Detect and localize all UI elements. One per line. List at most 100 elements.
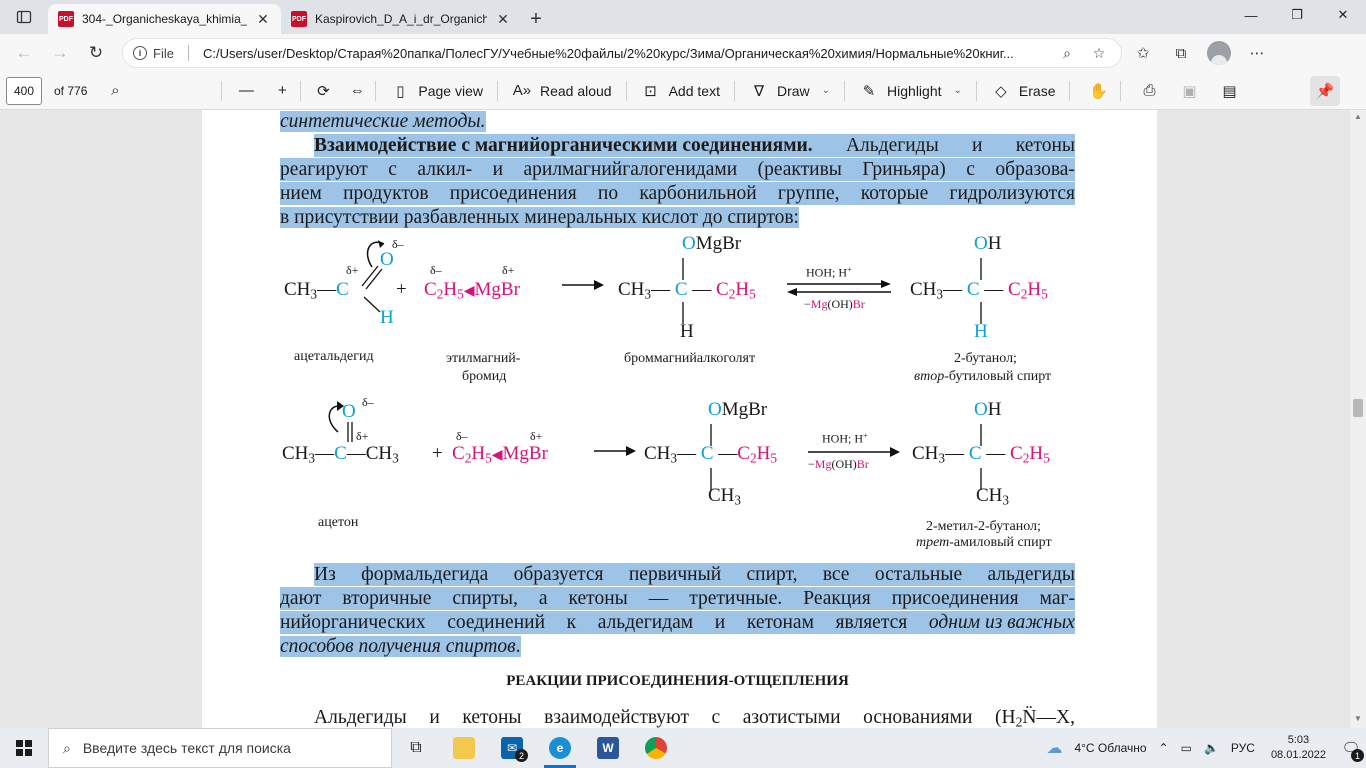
word: маг- <box>1039 588 1075 609</box>
chevron-down-icon[interactable]: ⌄ <box>822 85 830 96</box>
divider <box>733 80 735 101</box>
close-icon[interactable]: ✕ <box>255 11 271 28</box>
word-button[interactable]: W <box>584 728 632 768</box>
word: основаниями <box>863 707 973 728</box>
word: — <box>648 588 669 609</box>
reagent-hoh: HOH; H+ <box>822 431 868 446</box>
add-text-button[interactable]: ⊡ Add text <box>631 75 730 107</box>
scroll-up-icon[interactable]: ▲ <box>1350 112 1366 124</box>
file-explorer-button[interactable] <box>440 728 488 768</box>
equilibrium-arrows <box>787 280 891 296</box>
word: кетоны <box>1015 135 1075 156</box>
volume-icon[interactable]: 🔈 <box>1198 741 1225 755</box>
task-view-button[interactable]: ⧉ <box>392 728 440 768</box>
plus-sign: + <box>396 279 407 300</box>
zoom-icon[interactable]: ⌕ <box>1055 45 1079 62</box>
divider <box>625 80 627 101</box>
back-button[interactable]: ← <box>8 37 40 69</box>
weather-text[interactable]: 4°C Облачно <box>1068 741 1152 755</box>
notifications-button[interactable]: 🗨 1 <box>1336 728 1366 768</box>
page-view-button[interactable]: ▯ Page view <box>380 75 493 107</box>
word: гидролизуются <box>949 183 1075 204</box>
tab-title: 304-_Organicheskaya_khimia_Ch <box>82 12 247 26</box>
divider <box>1069 80 1071 101</box>
highlight-button[interactable]: ✎ Highlight ⌄ <box>849 75 972 107</box>
pin-toolbar-button[interactable]: 📌 <box>1310 76 1340 106</box>
word: соединений <box>447 612 546 633</box>
word: взаимодействуют <box>544 707 689 728</box>
erase-button[interactable]: ◇ Erase <box>981 75 1066 107</box>
fit-page-icon[interactable]: ⇔ <box>347 82 367 99</box>
forward-button[interactable]: → <box>44 37 76 69</box>
divider <box>844 80 846 101</box>
paragraph-2-line-2: дают вторичные спирты, а кетоны — третич… <box>280 587 1075 610</box>
zoom-in-icon[interactable]: + <box>272 82 292 99</box>
arrow-right-icon: → <box>51 43 69 62</box>
clock[interactable]: 5:03 08.01.2022 <box>1261 733 1336 763</box>
mail-button[interactable]: ✉ 2 <box>488 728 536 768</box>
language-indicator[interactable]: РУС <box>1225 741 1261 755</box>
formula-oh: OH <box>974 233 1002 254</box>
url-field[interactable]: i File C:/Users/user/Desktop/Старая%20па… <box>122 38 1122 68</box>
pdf-viewer[interactable]: синтетические методы. Взаимодействие с м… <box>0 110 1366 728</box>
network-icon[interactable]: ▭ <box>1175 741 1198 755</box>
read-aloud-button[interactable]: A» Read aloud <box>502 75 622 107</box>
caption-acetaldehyde: ацетальдегид <box>294 349 374 364</box>
touch-write-icon[interactable]: ✋ <box>1088 82 1108 100</box>
scrollbar-thumb[interactable] <box>1353 399 1363 417</box>
byproduct-mgohbr: −Mg(OH)Br <box>804 297 865 311</box>
add-text-icon: ⊡ <box>644 82 657 100</box>
paragraph-1-line-4: в присутствии разбавленных минеральных к… <box>280 206 1075 229</box>
taskbar-search-input[interactable]: ⌕ Введите здесь текст для поиска <box>48 728 392 768</box>
task-view-icon: ⧉ <box>410 739 422 756</box>
search-icon[interactable]: ⌕ <box>105 82 125 99</box>
tab-actions-button[interactable] <box>0 0 48 34</box>
zoom-out-icon[interactable]: — <box>236 82 256 99</box>
restore-button[interactable]: ❐ <box>1274 0 1320 30</box>
system-tray: ☁ 4°C Облачно ⌃ ▭ 🔈 РУС 5:03 08.01.2022 … <box>1040 728 1366 768</box>
word: остальные <box>874 564 963 585</box>
caption-ethylmagnesium-2: бромид <box>462 369 507 384</box>
save-icon[interactable]: ▣ <box>1179 82 1199 100</box>
close-icon[interactable]: ✕ <box>495 11 511 28</box>
save-as-icon[interactable]: ▤ <box>1219 82 1239 100</box>
print-icon[interactable]: ⎙ <box>1139 82 1159 99</box>
formula-omgbr: OMgBr <box>682 233 742 254</box>
word: нием <box>280 183 322 204</box>
tab-organicheskaya[interactable]: PDF 304-_Organicheskaya_khimia_Ch ✕ <box>48 4 281 34</box>
favorites-button[interactable]: ✩ <box>1126 37 1160 69</box>
tab-kaspirovich[interactable]: PDF Kaspirovich_D_A_i_dr_Organiche ✕ <box>281 4 521 34</box>
chrome-button[interactable] <box>632 728 680 768</box>
new-tab-button[interactable]: + <box>521 4 551 34</box>
settings-menu-button[interactable]: ⋯ <box>1240 37 1274 69</box>
atom-h: H <box>680 321 694 342</box>
caption-text: -бутиловый спирт <box>944 369 1052 384</box>
scrollbar[interactable] <box>1350 110 1366 728</box>
scroll-down-icon[interactable]: ▼ <box>1350 714 1366 726</box>
add-favorite-icon[interactable]: ☆ <box>1087 45 1111 62</box>
chevron-up-icon[interactable]: ⌃ <box>1153 741 1175 755</box>
close-window-button[interactable]: ✕ <box>1320 0 1366 30</box>
minimize-button[interactable]: — <box>1228 0 1274 30</box>
formula-methylbutanol: CH3— C — C2H5 <box>912 443 1050 466</box>
divider <box>975 80 977 101</box>
word: Альдегиды <box>845 135 939 156</box>
highlighted-text: способов получения спиртов. <box>280 636 521 657</box>
start-button[interactable] <box>0 728 48 768</box>
page-number-input[interactable]: 400 <box>6 76 42 105</box>
delta-plus: δ+ <box>356 429 369 443</box>
collections-button[interactable]: ⧉ <box>1164 37 1198 69</box>
word: альдегидам <box>597 612 694 633</box>
profile-button[interactable] <box>1202 37 1236 69</box>
word: и <box>492 159 504 180</box>
paragraph-2-line-1: Из формальдегида образуется первичный сп… <box>314 563 1075 586</box>
rotate-icon[interactable]: ⟳ <box>313 82 333 100</box>
edge-button[interactable]: e <box>536 728 584 768</box>
more-icon: ⋯ <box>1249 45 1265 62</box>
pdf-toolbar: 400 of 776 ⌕ — + ⟳ ⇔ ▯ Page view A» Read… <box>0 72 1366 110</box>
site-info[interactable]: i File <box>133 46 174 61</box>
refresh-button[interactable]: ↻ <box>80 37 112 69</box>
url-text: C:/Users/user/Desktop/Старая%20папка/Пол… <box>202 45 1014 61</box>
draw-button[interactable]: ∇ Draw ⌄ <box>739 75 840 107</box>
chevron-down-icon[interactable]: ⌄ <box>954 85 962 96</box>
